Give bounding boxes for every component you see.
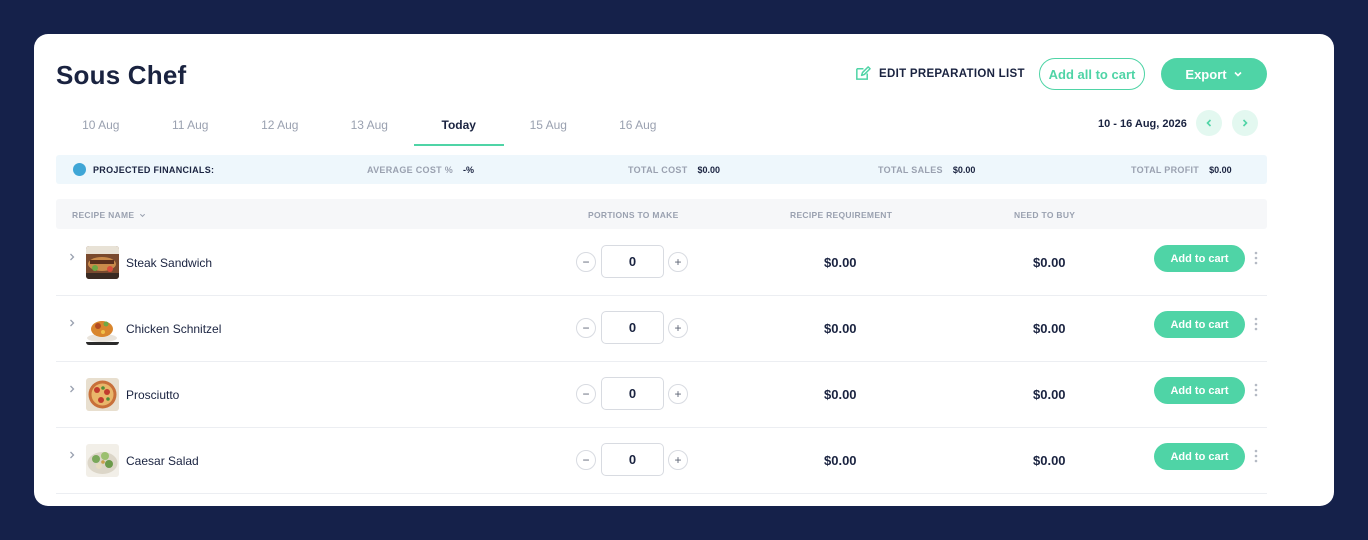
tab-12-aug[interactable]: 12 Aug [235, 112, 325, 146]
total-cost-value: $0.00 [697, 165, 721, 175]
need-to-buy-value: $0.00 [1033, 387, 1066, 402]
next-week-button[interactable] [1232, 110, 1258, 136]
date-tabs: 10 Aug 11 Aug 12 Aug 13 Aug Today 15 Aug… [56, 112, 683, 146]
export-button[interactable]: Export [1161, 58, 1267, 90]
total-sales-label: TOTAL SALES [878, 165, 943, 175]
total-profit-value: $0.00 [1209, 165, 1232, 175]
total-cost-label: TOTAL COST [628, 165, 688, 175]
portions-input[interactable] [601, 245, 664, 278]
average-cost-value: -% [463, 165, 475, 175]
previous-week-button[interactable] [1196, 110, 1222, 136]
recipe-thumbnail [86, 378, 119, 411]
recipe-name: Chicken Schnitzel [126, 322, 222, 336]
need-to-buy-value: $0.00 [1033, 255, 1066, 270]
decrease-portions-button[interactable]: − [576, 384, 596, 404]
portions-input[interactable] [601, 443, 664, 476]
chevron-right-icon [1242, 119, 1248, 127]
date-range: 10 - 16 Aug, 2026 [1098, 118, 1187, 130]
increase-portions-button[interactable]: + [668, 318, 688, 338]
average-cost-label: AVERAGE COST % [367, 165, 454, 175]
more-options-icon[interactable] [1252, 316, 1260, 332]
info-icon [73, 163, 86, 176]
recipe-requirement-value: $0.00 [824, 453, 857, 468]
recipe-name: Prosciutto [126, 388, 180, 402]
table-header: RECIPE NAME PORTIONS TO MAKE RECIPE REQU… [56, 199, 1267, 229]
recipe-thumbnail [86, 246, 119, 279]
decrease-portions-button[interactable]: − [576, 450, 596, 470]
recipe-requirement-value: $0.00 [824, 387, 857, 402]
more-options-icon[interactable] [1252, 382, 1260, 398]
chevron-down-icon [1234, 71, 1242, 77]
chevron-right-icon[interactable] [67, 384, 77, 394]
total-sales-value: $0.00 [952, 165, 976, 175]
need-to-buy-value: $0.00 [1033, 321, 1066, 336]
recipe-thumbnail [86, 312, 119, 345]
projected-financials-bar: PROJECTED FINANCIALS: AVERAGE COST % -% … [56, 155, 1267, 184]
recipe-name-header-label: RECIPE NAME [72, 210, 135, 220]
recipe-name-header[interactable]: RECIPE NAME [72, 210, 146, 220]
table-row: Chicken Schnitzel − + $0.00 $0.00 Add to… [56, 296, 1267, 362]
table-row: Prosciutto − + $0.00 $0.00 Add to cart [56, 362, 1267, 428]
table-row: Steak Sandwich − + $0.00 $0.00 Add to ca… [56, 230, 1267, 296]
chevron-right-icon[interactable] [67, 252, 77, 262]
add-all-to-cart-button[interactable]: Add all to cart [1039, 58, 1145, 90]
add-to-cart-button[interactable]: Add to cart [1154, 443, 1245, 470]
increase-portions-button[interactable]: + [668, 252, 688, 272]
recipe-requirement-value: $0.00 [824, 255, 857, 270]
recipe-requirement-header: RECIPE REQUIREMENT [790, 210, 893, 220]
recipe-name: Caesar Salad [126, 454, 199, 468]
more-options-icon[interactable] [1252, 250, 1260, 266]
need-to-buy-value: $0.00 [1033, 453, 1066, 468]
tab-16-aug[interactable]: 16 Aug [593, 112, 683, 146]
projected-financials-title: PROJECTED FINANCIALS: [93, 165, 215, 175]
total-cost: TOTAL COST $0.00 [628, 165, 720, 175]
chevron-right-icon[interactable] [67, 450, 77, 460]
chevron-left-icon [1206, 119, 1212, 127]
tab-15-aug[interactable]: 15 Aug [504, 112, 594, 146]
chevron-right-icon[interactable] [67, 318, 77, 328]
portions-input[interactable] [601, 311, 664, 344]
decrease-portions-button[interactable]: − [576, 252, 596, 272]
need-to-buy-header: NEED TO BUY [1014, 210, 1076, 220]
total-profit-label: TOTAL PROFIT [1131, 165, 1200, 175]
edit-preparation-list-label: EDIT PREPARATION LIST [879, 67, 1025, 80]
add-to-cart-button[interactable]: Add to cart [1154, 377, 1245, 404]
export-label: Export [1185, 66, 1227, 82]
tab-13-aug[interactable]: 13 Aug [325, 112, 415, 146]
decrease-portions-button[interactable]: − [576, 318, 596, 338]
total-profit: TOTAL PROFIT $0.00 [1131, 165, 1232, 175]
tab-10-aug[interactable]: 10 Aug [56, 112, 146, 146]
sous-chef-panel: Sous Chef EDIT PREPARATION LIST Add all … [34, 34, 1334, 506]
increase-portions-button[interactable]: + [668, 450, 688, 470]
add-to-cart-button[interactable]: Add to cart [1154, 245, 1245, 272]
page-title: Sous Chef [56, 60, 187, 90]
portions-input[interactable] [601, 377, 664, 410]
edit-preparation-list-link[interactable]: EDIT PREPARATION LIST [854, 65, 1025, 82]
tab-today[interactable]: Today [414, 112, 504, 146]
increase-portions-button[interactable]: + [668, 384, 688, 404]
edit-icon [856, 66, 871, 80]
recipe-requirement-value: $0.00 [824, 321, 857, 336]
average-cost: AVERAGE COST % -% [367, 165, 474, 175]
recipe-thumbnail [86, 444, 119, 477]
portions-to-make-header: PORTIONS TO MAKE [588, 210, 679, 220]
sort-chevron-icon [140, 213, 146, 217]
more-options-icon[interactable] [1252, 448, 1260, 464]
add-to-cart-button[interactable]: Add to cart [1154, 311, 1245, 338]
recipe-name: Steak Sandwich [126, 256, 213, 270]
tab-11-aug[interactable]: 11 Aug [146, 112, 236, 146]
total-sales: TOTAL SALES $0.00 [878, 165, 975, 175]
table-row: Caesar Salad − + $0.00 $0.00 Add to cart [56, 428, 1267, 494]
